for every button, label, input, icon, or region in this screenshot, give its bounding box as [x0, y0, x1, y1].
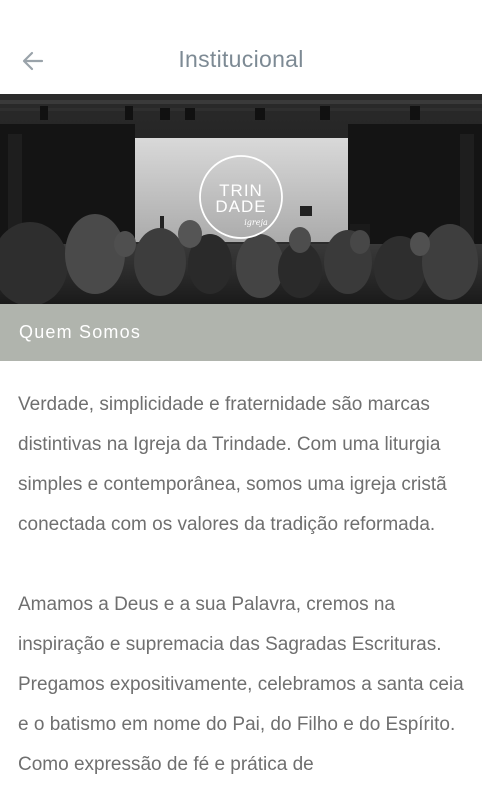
paragraph: Amamos a Deus e a sua Palavra, cremos na… — [18, 594, 464, 775]
section-header: Quem Somos — [0, 304, 482, 361]
logo-script: igreja — [244, 218, 268, 227]
content-body: Verdade, simplicidade e fraternidade são… — [18, 385, 468, 800]
page-title: Institucional — [178, 46, 304, 72]
church-stage-photo: TRIN DADE igreja — [0, 94, 482, 304]
screen: Institucional TRIN DADE igreja Quem Somo… — [0, 0, 482, 800]
app-bar: Institucional — [0, 0, 482, 94]
logo-line-2: DADE — [215, 197, 266, 216]
hero-image: TRIN DADE igreja — [0, 94, 482, 304]
paragraph: Verdade, simplicidade e fraternidade são… — [18, 394, 447, 535]
section-title: Quem Somos — [19, 322, 142, 342]
